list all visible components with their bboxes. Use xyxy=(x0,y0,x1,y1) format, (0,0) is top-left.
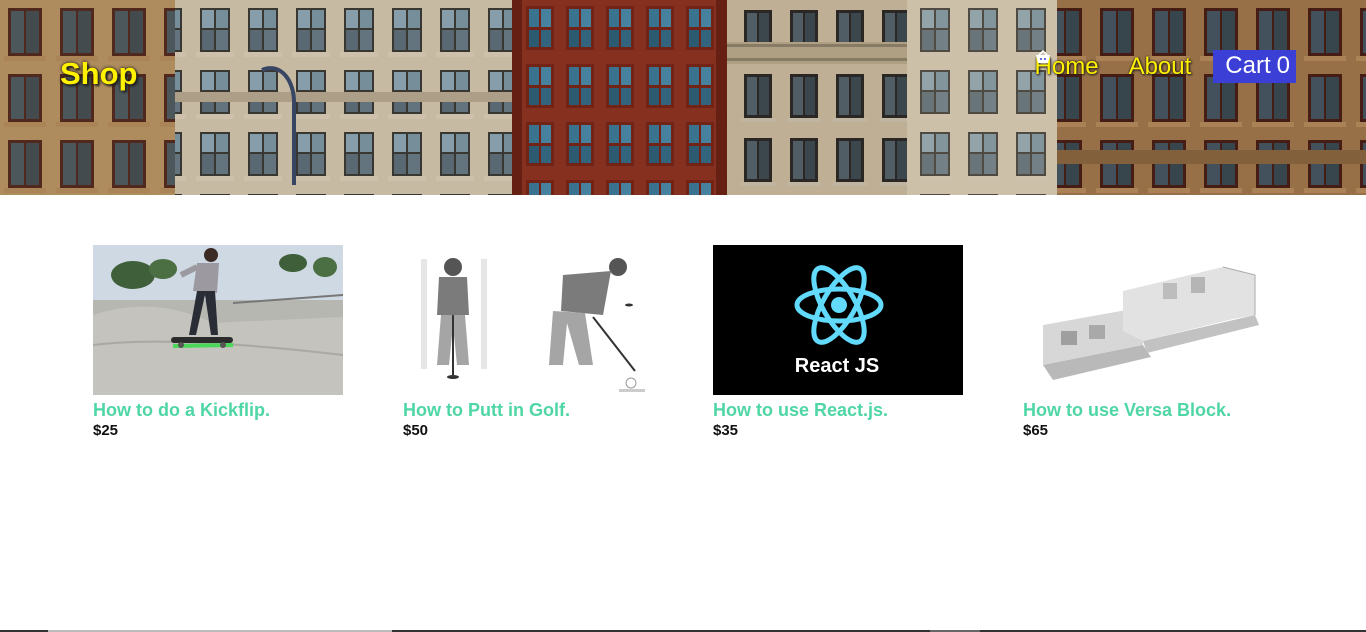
product-card: React JS How to use React.js. $35 xyxy=(713,245,963,439)
product-image-react[interactable]: React JS xyxy=(713,245,963,395)
product-price: $65 xyxy=(1023,422,1049,439)
top-nav: Home About Cart 0 xyxy=(1035,50,1296,83)
product-title[interactable]: How to Putt in Golf. xyxy=(403,400,653,421)
product-price: $50 xyxy=(403,422,429,439)
city-buildings-background xyxy=(0,0,1366,195)
product-image-golf[interactable] xyxy=(403,245,653,395)
product-title[interactable]: How to use React.js. xyxy=(713,400,963,421)
product-card: How to use Versa Block. $65 xyxy=(1023,245,1273,439)
hero-header: Shop Home About Cart 0 xyxy=(0,0,1366,195)
product-image-versa-block[interactable] xyxy=(1023,245,1273,395)
cart-button[interactable]: Cart 0 xyxy=(1035,50,1296,83)
product-title[interactable]: How to do a Kickflip. xyxy=(93,400,343,421)
product-card: How to do a Kickflip. $25 xyxy=(93,245,343,439)
product-title[interactable]: How to use Versa Block. xyxy=(1023,400,1273,421)
product-card: How to Putt in Golf. $50 xyxy=(403,245,653,439)
nav-about-link[interactable]: About xyxy=(1129,53,1192,81)
cart-count: 0 xyxy=(1276,52,1290,79)
product-price: $25 xyxy=(93,422,119,439)
cart-label: Cart xyxy=(1225,52,1271,79)
product-image-kickflip[interactable] xyxy=(93,245,343,395)
react-logo-caption: React JS xyxy=(795,355,880,377)
react-logo-icon: React JS xyxy=(713,245,963,395)
brand-logo-link[interactable]: Shop xyxy=(60,56,138,92)
product-price: $35 xyxy=(713,422,739,439)
